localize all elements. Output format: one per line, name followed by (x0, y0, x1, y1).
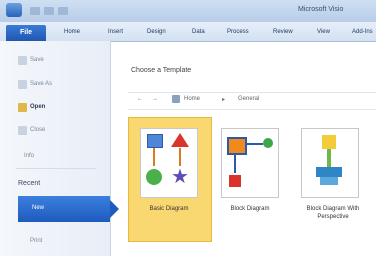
breadcrumb-separator: ▸ (222, 97, 226, 103)
nav-save[interactable]: Save (30, 57, 44, 63)
file-tab[interactable]: File (6, 25, 46, 41)
tab-insert[interactable]: Insert (108, 29, 123, 35)
tab-add-ins[interactable]: Add-Ins (352, 29, 373, 35)
star-icon: ★ (171, 166, 189, 188)
save-icon (18, 56, 27, 65)
template-label: Block Diagram (230, 206, 270, 212)
connector-line (153, 148, 155, 166)
redo-icon[interactable] (58, 7, 68, 15)
tab-view[interactable]: View (317, 29, 330, 35)
nav-new-label: New (32, 205, 45, 211)
square-icon (147, 134, 163, 148)
open-folder-icon (18, 103, 27, 112)
connector-line (327, 149, 331, 167)
nav-divider (16, 168, 96, 169)
connector-line (247, 143, 263, 145)
template-label: Basic Diagram (149, 206, 189, 212)
tab-data[interactable]: Data (192, 29, 205, 35)
connector-line (234, 155, 236, 173)
forward-button[interactable]: → (152, 96, 158, 102)
nav-info[interactable]: Info (24, 153, 34, 159)
block-icon (229, 175, 241, 187)
nav-close[interactable]: Close (30, 127, 45, 133)
title-bar: Microsoft Visio (0, 0, 376, 22)
tab-design[interactable]: Design (147, 29, 166, 35)
breadcrumb-general[interactable]: General (238, 96, 259, 102)
undo-icon[interactable] (44, 7, 54, 15)
block-icon (227, 137, 247, 155)
tab-process[interactable]: Process (227, 29, 249, 35)
breadcrumb-home[interactable]: Home (184, 96, 200, 102)
home-icon[interactable] (172, 95, 180, 103)
circle-icon (146, 169, 162, 185)
nav-open[interactable]: Open (30, 104, 45, 110)
window-title: Microsoft Visio (298, 6, 344, 13)
back-button[interactable]: ← (137, 96, 143, 102)
block-icon (322, 135, 336, 149)
page-title: Choose a Template (131, 67, 192, 74)
block-icon (316, 167, 342, 177)
save-as-icon (18, 80, 27, 89)
template-label: Block Diagram With Perspective (306, 206, 360, 220)
save-icon[interactable] (30, 7, 40, 15)
tab-home[interactable]: Home (64, 29, 80, 35)
visio-logo-icon (6, 3, 22, 17)
triangle-icon (171, 133, 189, 147)
nav-save-as[interactable]: Save As (30, 81, 52, 87)
close-doc-icon (18, 126, 27, 135)
basic-diagram-thumbnail: ★ (140, 128, 198, 198)
ribbon-tabs: File Home Insert Design Data Process Rev… (0, 22, 376, 42)
nav-recent[interactable]: Recent (18, 180, 40, 187)
connector-line (179, 148, 181, 166)
backstage-nav (0, 41, 111, 256)
selection-arrow (110, 200, 119, 218)
tab-review[interactable]: Review (273, 29, 293, 35)
circle-icon (263, 138, 273, 148)
nav-print[interactable]: Print (30, 238, 42, 244)
block-icon (320, 177, 338, 185)
block-diagram-thumbnail (221, 128, 279, 198)
block-perspective-thumbnail (301, 128, 359, 198)
nav-new[interactable]: New (18, 196, 119, 222)
